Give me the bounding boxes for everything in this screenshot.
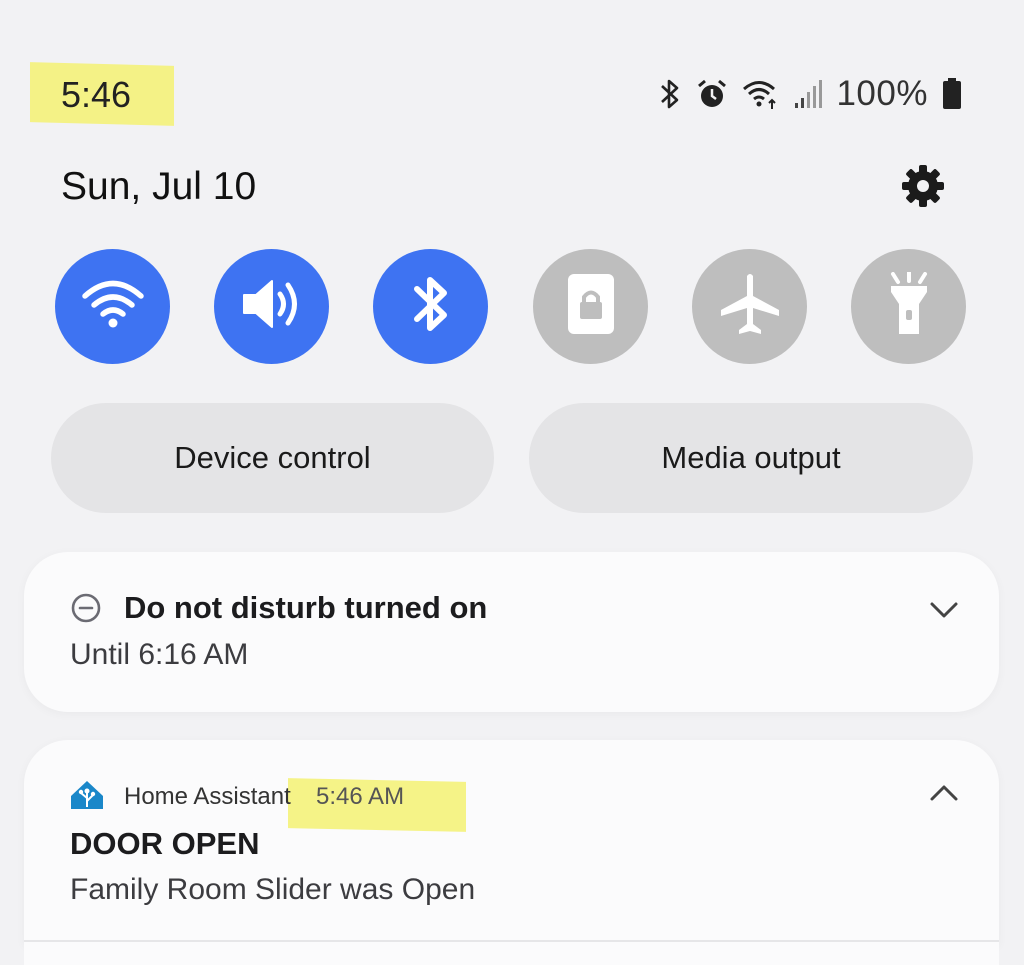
media-output-button[interactable]: Media output — [529, 403, 973, 513]
notification-app-name: Home Assistant — [124, 783, 291, 810]
bluetooth-icon — [658, 77, 682, 111]
home-assistant-notification[interactable]: Home Assistant 5:46 AM DOOR OPEN Family … — [24, 740, 999, 945]
next-notification-edge — [24, 940, 999, 965]
toggle-wifi[interactable] — [55, 249, 170, 364]
toggle-portrait-lock[interactable] — [533, 249, 648, 364]
toggle-airplane-mode[interactable] — [692, 249, 807, 364]
device-control-button[interactable]: Device control — [51, 403, 494, 513]
lock-icon — [566, 272, 616, 341]
flashlight-icon — [884, 270, 934, 341]
battery-percent: 100% — [836, 74, 928, 113]
date-label: Sun, Jul 10 — [61, 165, 257, 208]
wifi-icon — [742, 78, 780, 110]
toggle-flashlight[interactable] — [851, 249, 966, 364]
notification-body: Family Room Slider was Open — [70, 873, 476, 906]
status-time: 5:46 — [61, 74, 132, 115]
dnd-notification[interactable]: Do not disturb turned on Until 6:16 AM — [24, 552, 999, 712]
speaker-icon — [240, 276, 304, 337]
notification-title: Do not disturb turned on — [124, 590, 488, 625]
home-assistant-logo-icon — [70, 780, 104, 815]
quick-toggles — [55, 249, 967, 364]
battery-icon — [942, 78, 962, 110]
quick-panel: 5:46 100% Sun, Jul 10 Device control Med… — [0, 0, 1024, 965]
notification-title: DOOR OPEN — [70, 826, 260, 861]
bluetooth-icon — [411, 272, 451, 341]
settings-button[interactable] — [898, 163, 948, 213]
notification-subtitle: Until 6:16 AM — [70, 638, 249, 671]
signal-icon — [794, 79, 823, 109]
toggle-bluetooth[interactable] — [373, 249, 488, 364]
notification-time: 5:46 AM — [316, 783, 405, 810]
chevron-down-icon[interactable] — [929, 600, 959, 620]
airplane-icon — [718, 272, 782, 341]
chevron-up-icon[interactable] — [929, 783, 959, 803]
status-icons: 100% — [658, 72, 962, 116]
toggle-sound[interactable] — [214, 249, 329, 364]
gear-icon — [901, 164, 945, 213]
do-not-disturb-icon — [70, 592, 102, 629]
wifi-icon — [81, 279, 144, 334]
alarm-icon — [696, 78, 728, 110]
